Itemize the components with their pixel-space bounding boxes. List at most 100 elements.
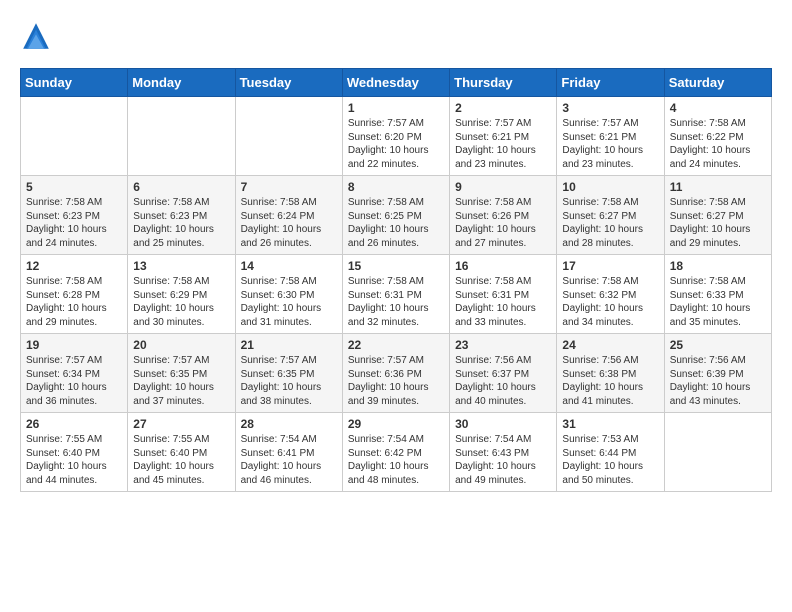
day-info: Sunrise: 7:58 AM Sunset: 6:23 PM Dayligh… [26, 196, 122, 250]
day-cell: 9Sunrise: 7:58 AM Sunset: 6:26 PM Daylig… [450, 176, 557, 255]
page-header [20, 20, 772, 52]
day-number: 4 [670, 101, 766, 115]
day-number: 15 [348, 259, 444, 273]
day-cell: 13 Sunrise: 7:58 AM Sunset: 6:29 PM Dayli… [128, 255, 235, 334]
day-info: Sunrise: 7:58 AM Sunset: 6:23 PM Dayligh… [133, 196, 229, 250]
day-cell: 15 Sunrise: 7:58 AM Sunset: 6:31 PM Dayli… [342, 255, 449, 334]
day-header-tuesday: Tuesday [235, 69, 342, 97]
day-number: 16 [455, 259, 551, 273]
day-cell [235, 97, 342, 176]
day-info: Sunrise: 7:57 AM Sunset: 6:35 PM Dayligh… [133, 354, 229, 408]
day-number: 17 [562, 259, 658, 273]
day-number: 19 [26, 338, 122, 352]
day-cell: 24 Sunrise: 7:56 AM Sunset: 6:38 PM Dayli… [557, 334, 664, 413]
day-cell: 19Sunrise: 7:57 AM Sunset: 6:34 PM Dayli… [21, 334, 128, 413]
calendar-table: SundayMondayTuesdayWednesdayThursdayFrid… [20, 68, 772, 492]
day-cell: 12 Sunrise: 7:58 AM Sunset: 6:28 PM Dayli… [21, 255, 128, 334]
day-cell: 21 Sunrise: 7:57 AM Sunset: 6:35 PM Dayli… [235, 334, 342, 413]
day-number: 23 [455, 338, 551, 352]
day-number: 18 [670, 259, 766, 273]
day-info: Sunrise: 7:57 AM Sunset: 6:36 PM Dayligh… [348, 354, 444, 408]
day-number: 7 [241, 180, 337, 194]
day-header-saturday: Saturday [664, 69, 771, 97]
day-info: Sunrise: 7:58 AM Sunset: 6:31 PM Dayligh… [348, 275, 444, 329]
day-number: 10 [562, 180, 658, 194]
day-number: 22 [348, 338, 444, 352]
day-header-wednesday: Wednesday [342, 69, 449, 97]
day-cell: 1Sunrise: 7:57 AM Sunset: 6:20 PM Daylig… [342, 97, 449, 176]
day-cell [21, 97, 128, 176]
day-number: 13 [133, 259, 229, 273]
day-header-thursday: Thursday [450, 69, 557, 97]
day-info: Sunrise: 7:58 AM Sunset: 6:26 PM Dayligh… [455, 196, 551, 250]
day-info: Sunrise: 7:54 AM Sunset: 6:41 PM Dayligh… [241, 433, 337, 487]
day-info: Sunrise: 7:58 AM Sunset: 6:32 PM Dayligh… [562, 275, 658, 329]
day-cell [128, 97, 235, 176]
day-cell: 18 Sunrise: 7:58 AM Sunset: 6:33 PM Dayli… [664, 255, 771, 334]
calendar-header: SundayMondayTuesdayWednesdayThursdayFrid… [21, 69, 772, 97]
day-number: 21 [241, 338, 337, 352]
day-info: Sunrise: 7:56 AM Sunset: 6:39 PM Dayligh… [670, 354, 766, 408]
day-info: Sunrise: 7:57 AM Sunset: 6:20 PM Dayligh… [348, 117, 444, 171]
day-cell: 2Sunrise: 7:57 AM Sunset: 6:21 PM Daylig… [450, 97, 557, 176]
day-number: 24 [562, 338, 658, 352]
week-row-5: 26 Sunrise: 7:55 AM Sunset: 6:40 PM Dayli… [21, 413, 772, 492]
day-info: Sunrise: 7:58 AM Sunset: 6:30 PM Dayligh… [241, 275, 337, 329]
day-header-row: SundayMondayTuesdayWednesdayThursdayFrid… [21, 69, 772, 97]
day-cell: 29Sunrise: 7:54 AM Sunset: 6:42 PM Dayli… [342, 413, 449, 492]
day-number: 25 [670, 338, 766, 352]
day-info: Sunrise: 7:58 AM Sunset: 6:28 PM Dayligh… [26, 275, 122, 329]
day-info: Sunrise: 7:58 AM Sunset: 6:29 PM Dayligh… [133, 275, 229, 329]
week-row-4: 19Sunrise: 7:57 AM Sunset: 6:34 PM Dayli… [21, 334, 772, 413]
day-cell: 7 Sunrise: 7:58 AM Sunset: 6:24 PM Daylig… [235, 176, 342, 255]
day-number: 26 [26, 417, 122, 431]
day-cell: 5 Sunrise: 7:58 AM Sunset: 6:23 PM Daylig… [21, 176, 128, 255]
week-row-3: 12 Sunrise: 7:58 AM Sunset: 6:28 PM Dayli… [21, 255, 772, 334]
day-info: Sunrise: 7:57 AM Sunset: 6:35 PM Dayligh… [241, 354, 337, 408]
day-cell: 3 Sunrise: 7:57 AM Sunset: 6:21 PM Daylig… [557, 97, 664, 176]
day-info: Sunrise: 7:57 AM Sunset: 6:21 PM Dayligh… [562, 117, 658, 171]
day-info: Sunrise: 7:58 AM Sunset: 6:27 PM Dayligh… [670, 196, 766, 250]
day-cell: 30Sunrise: 7:54 AM Sunset: 6:43 PM Dayli… [450, 413, 557, 492]
day-info: Sunrise: 7:58 AM Sunset: 6:27 PM Dayligh… [562, 196, 658, 250]
day-cell [664, 413, 771, 492]
day-cell: 27 Sunrise: 7:55 AM Sunset: 6:40 PM Dayli… [128, 413, 235, 492]
day-header-friday: Friday [557, 69, 664, 97]
day-number: 12 [26, 259, 122, 273]
day-info: Sunrise: 7:58 AM Sunset: 6:25 PM Dayligh… [348, 196, 444, 250]
day-number: 11 [670, 180, 766, 194]
day-info: Sunrise: 7:58 AM Sunset: 6:33 PM Dayligh… [670, 275, 766, 329]
day-info: Sunrise: 7:58 AM Sunset: 6:24 PM Dayligh… [241, 196, 337, 250]
day-info: Sunrise: 7:57 AM Sunset: 6:21 PM Dayligh… [455, 117, 551, 171]
day-cell: 16 Sunrise: 7:58 AM Sunset: 6:31 PM Dayli… [450, 255, 557, 334]
day-header-sunday: Sunday [21, 69, 128, 97]
day-cell: 6Sunrise: 7:58 AM Sunset: 6:23 PM Daylig… [128, 176, 235, 255]
day-number: 27 [133, 417, 229, 431]
day-cell: 25 Sunrise: 7:56 AM Sunset: 6:39 PM Dayli… [664, 334, 771, 413]
week-row-1: 1Sunrise: 7:57 AM Sunset: 6:20 PM Daylig… [21, 97, 772, 176]
day-cell: 20 Sunrise: 7:57 AM Sunset: 6:35 PM Dayli… [128, 334, 235, 413]
day-cell: 17 Sunrise: 7:58 AM Sunset: 6:32 PM Dayli… [557, 255, 664, 334]
day-number: 31 [562, 417, 658, 431]
day-number: 3 [562, 101, 658, 115]
day-cell: 26 Sunrise: 7:55 AM Sunset: 6:40 PM Dayli… [21, 413, 128, 492]
day-cell: 8Sunrise: 7:58 AM Sunset: 6:25 PM Daylig… [342, 176, 449, 255]
day-cell: 11 Sunrise: 7:58 AM Sunset: 6:27 PM Dayli… [664, 176, 771, 255]
day-info: Sunrise: 7:54 AM Sunset: 6:42 PM Dayligh… [348, 433, 444, 487]
day-number: 5 [26, 180, 122, 194]
day-cell: 22 Sunrise: 7:57 AM Sunset: 6:36 PM Dayli… [342, 334, 449, 413]
day-number: 20 [133, 338, 229, 352]
logo-icon [20, 20, 52, 52]
day-cell: 14Sunrise: 7:58 AM Sunset: 6:30 PM Dayli… [235, 255, 342, 334]
day-info: Sunrise: 7:55 AM Sunset: 6:40 PM Dayligh… [26, 433, 122, 487]
day-cell: 4 Sunrise: 7:58 AM Sunset: 6:22 PM Daylig… [664, 97, 771, 176]
day-header-monday: Monday [128, 69, 235, 97]
calendar-body: 1Sunrise: 7:57 AM Sunset: 6:20 PM Daylig… [21, 97, 772, 492]
day-info: Sunrise: 7:55 AM Sunset: 6:40 PM Dayligh… [133, 433, 229, 487]
day-number: 28 [241, 417, 337, 431]
day-info: Sunrise: 7:54 AM Sunset: 6:43 PM Dayligh… [455, 433, 551, 487]
day-info: Sunrise: 7:58 AM Sunset: 6:31 PM Dayligh… [455, 275, 551, 329]
day-info: Sunrise: 7:56 AM Sunset: 6:38 PM Dayligh… [562, 354, 658, 408]
day-info: Sunrise: 7:56 AM Sunset: 6:37 PM Dayligh… [455, 354, 551, 408]
day-info: Sunrise: 7:58 AM Sunset: 6:22 PM Dayligh… [670, 117, 766, 171]
